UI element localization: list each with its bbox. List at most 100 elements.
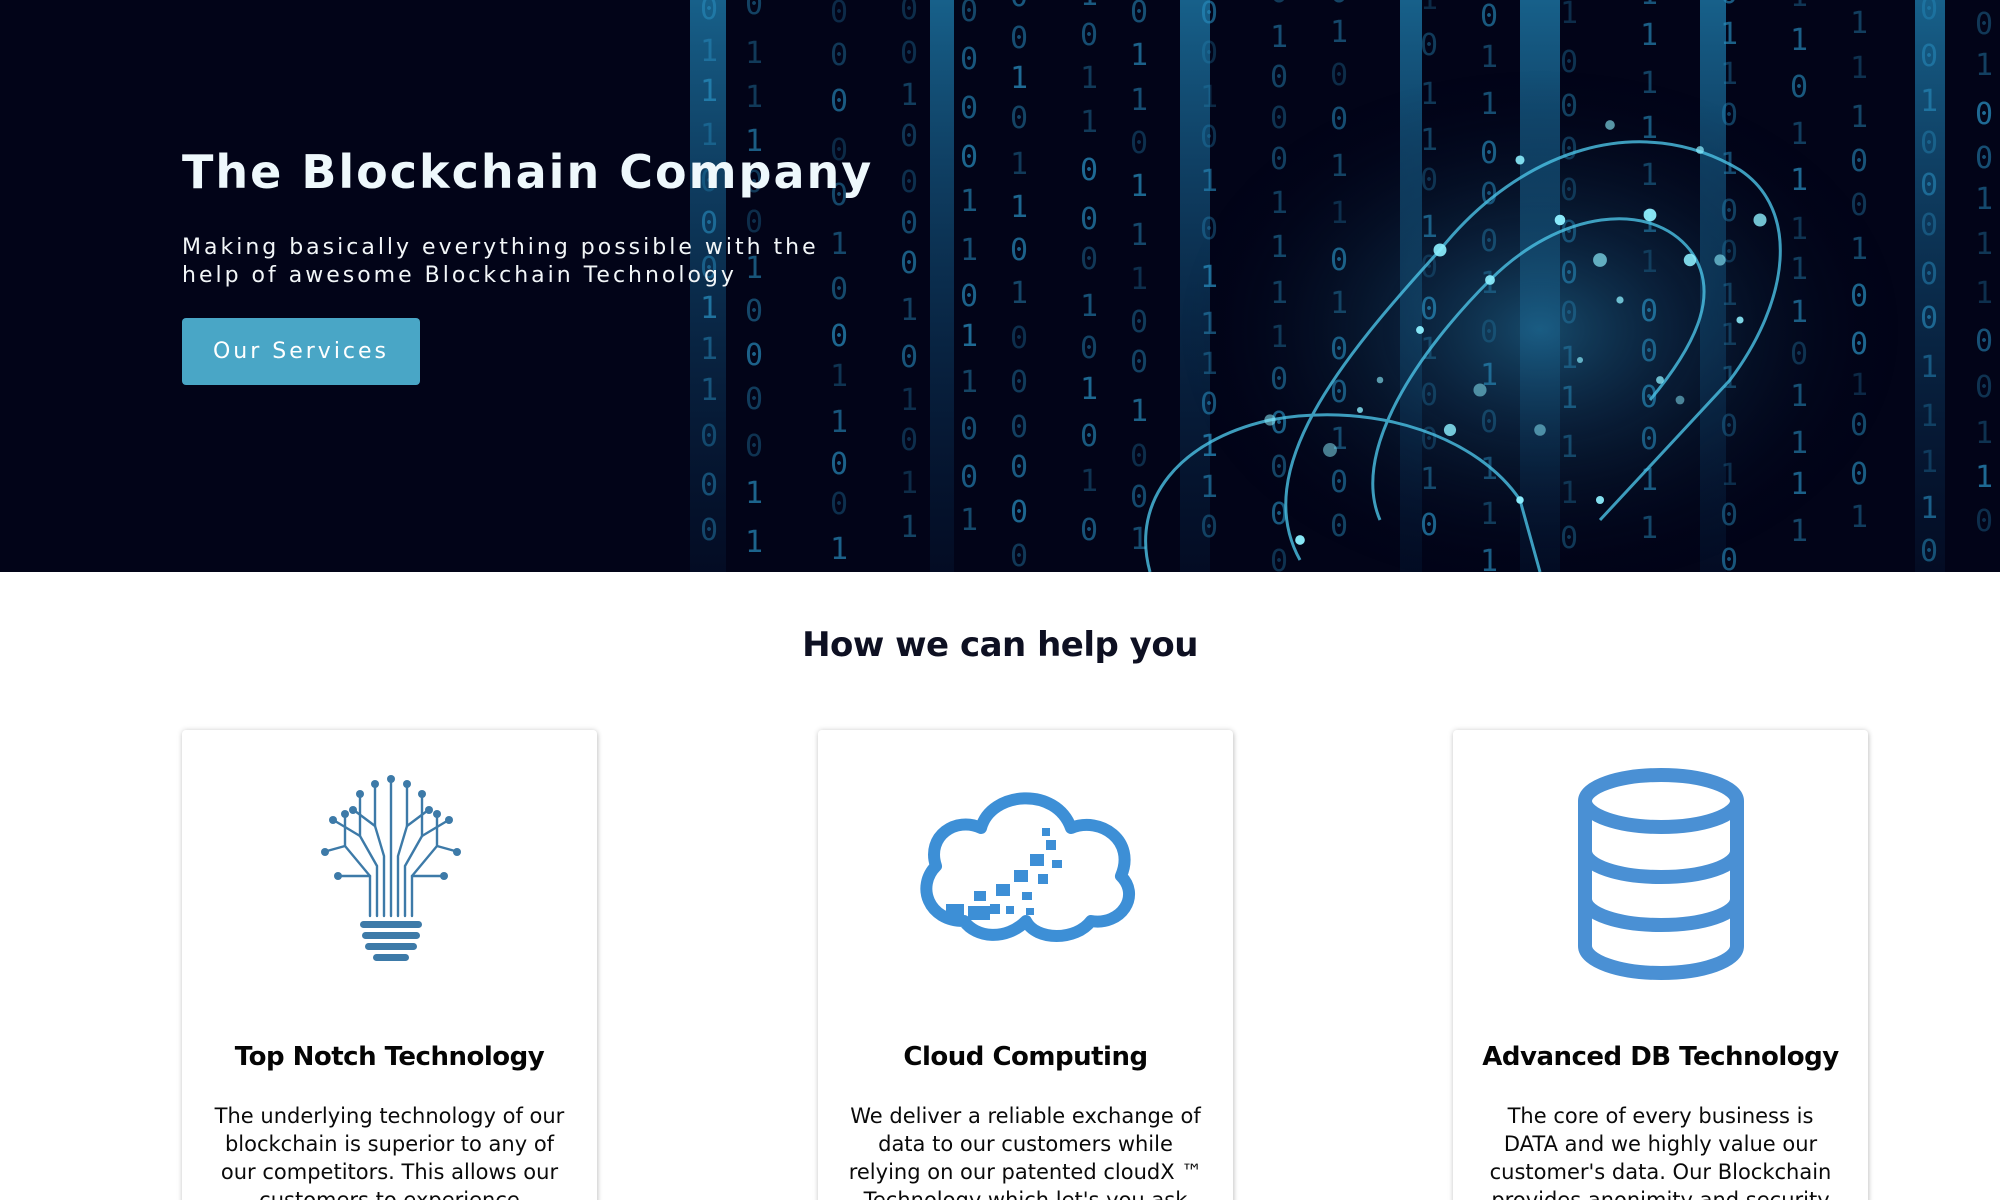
svg-text:0: 0 [1920,208,1938,243]
svg-text:1: 1 [1640,0,1658,12]
lightbulb-circuit-icon [182,766,597,961]
card-title: Advanced DB Technology [1482,1042,1839,1072]
svg-text:0: 0 [1975,504,1993,539]
svg-text:0: 0 [1130,345,1148,380]
svg-text:0: 0 [1010,101,1028,136]
cloud-icon [818,766,1233,956]
svg-text:0: 0 [1920,126,1938,161]
svg-text:1: 1 [1920,350,1938,385]
svg-text:1: 1 [1790,0,1808,14]
svg-text:0: 0 [1975,7,1993,42]
service-card-cloud-computing: Cloud Computing We deliver a reliable ex… [818,730,1233,1200]
svg-text:0: 0 [1080,153,1098,188]
svg-text:1: 1 [1640,18,1658,53]
svg-text:0: 0 [960,460,978,495]
svg-text:0: 0 [1130,439,1148,474]
svg-text:1: 1 [960,233,978,268]
svg-text:1: 1 [1975,460,1993,495]
svg-text:1: 1 [700,74,718,109]
svg-text:1: 1 [745,36,763,71]
svg-text:1: 1 [1200,470,1218,505]
hero-content: The Blockchain Company Making basically … [182,140,882,385]
svg-text:0: 0 [960,0,978,29]
svg-text:0: 0 [900,246,918,281]
svg-text:0: 0 [1720,0,1738,11]
svg-text:1: 1 [900,466,918,501]
svg-text:0: 0 [960,42,978,77]
svg-text:1: 1 [1975,227,1993,262]
svg-text:1: 1 [1850,500,1868,535]
svg-text:0: 0 [1130,305,1148,340]
svg-text:1: 1 [1790,23,1808,58]
svg-text:1: 1 [1420,0,1438,17]
svg-text:1: 1 [1850,51,1868,86]
service-card-top-notch-technology: Top Notch Technology The underlying tech… [182,730,597,1200]
hero-title: The Blockchain Company [182,145,874,199]
svg-text:1: 1 [1330,15,1348,50]
svg-text:1: 1 [1010,276,1028,311]
svg-text:1: 1 [1080,464,1098,499]
svg-text:1: 1 [1130,218,1148,253]
svg-text:0: 0 [1920,0,1938,27]
our-services-button[interactable]: Our Services [182,318,420,385]
svg-text:0: 0 [830,487,848,522]
svg-text:0: 0 [830,0,848,30]
svg-text:1: 1 [1130,83,1148,118]
section-heading: How we can help you [802,625,1198,665]
svg-text:0: 0 [900,119,918,154]
svg-text:0: 0 [745,429,763,464]
svg-text:0: 0 [1010,233,1028,268]
svg-text:0: 0 [700,419,718,454]
svg-text:1: 1 [900,383,918,418]
svg-text:0: 0 [960,412,978,447]
svg-text:1: 1 [1720,17,1738,52]
svg-text:0: 0 [1200,0,1218,31]
svg-text:0: 0 [1850,457,1868,492]
svg-text:0: 0 [1080,242,1098,277]
svg-text:0: 0 [1200,120,1218,155]
svg-text:1: 1 [1130,169,1148,204]
svg-text:0: 0 [900,340,918,375]
svg-text:0: 0 [1270,544,1288,572]
svg-text:1: 1 [900,293,918,328]
svg-text:1: 1 [1920,445,1938,480]
svg-text:1: 1 [1975,276,1993,311]
svg-text:1: 1 [1920,399,1938,434]
svg-text:1: 1 [1975,48,1993,83]
svg-text:0: 0 [1850,144,1868,179]
svg-text:1: 1 [960,319,978,354]
svg-text:1: 1 [830,405,848,440]
svg-text:0: 0 [1010,0,1028,14]
svg-text:1: 1 [1920,84,1938,119]
card-text: The underlying technology of our blockch… [214,1104,565,1200]
database-icon [1453,766,1868,981]
service-card-advanced-db-technology: Advanced DB Technology The core of every… [1453,730,1868,1200]
svg-text:0: 0 [700,513,718,548]
card-text: The core of every business is DATA and w… [1489,1104,1832,1200]
svg-text:1: 1 [1010,190,1028,225]
svg-text:1: 1 [900,78,918,113]
svg-text:1: 1 [1790,514,1808,549]
svg-text:1: 1 [960,365,978,400]
svg-text:1: 1 [960,503,978,538]
svg-text:0: 0 [1010,410,1028,445]
svg-text:0: 0 [1920,39,1938,74]
svg-text:1: 1 [1850,100,1868,135]
svg-text:1: 1 [1560,0,1578,31]
svg-text:1: 1 [960,184,978,219]
svg-text:1: 1 [1010,61,1028,96]
card-title: Top Notch Technology [234,1042,545,1072]
svg-text:0: 0 [1130,126,1148,161]
svg-text:0: 0 [1080,202,1098,237]
svg-text:0: 0 [1270,60,1288,95]
svg-text:1: 1 [1270,20,1288,55]
svg-text:0: 0 [960,91,978,126]
svg-text:0: 0 [830,38,848,73]
svg-text:0: 0 [830,447,848,482]
svg-text:1: 1 [1130,262,1148,297]
svg-text:0: 0 [1790,70,1808,105]
card-text: We deliver a reliable exchange of data t… [848,1104,1203,1200]
card-title: Cloud Computing [903,1042,1148,1072]
svg-text:1: 1 [1920,491,1938,526]
svg-text:0: 0 [1200,510,1218,545]
